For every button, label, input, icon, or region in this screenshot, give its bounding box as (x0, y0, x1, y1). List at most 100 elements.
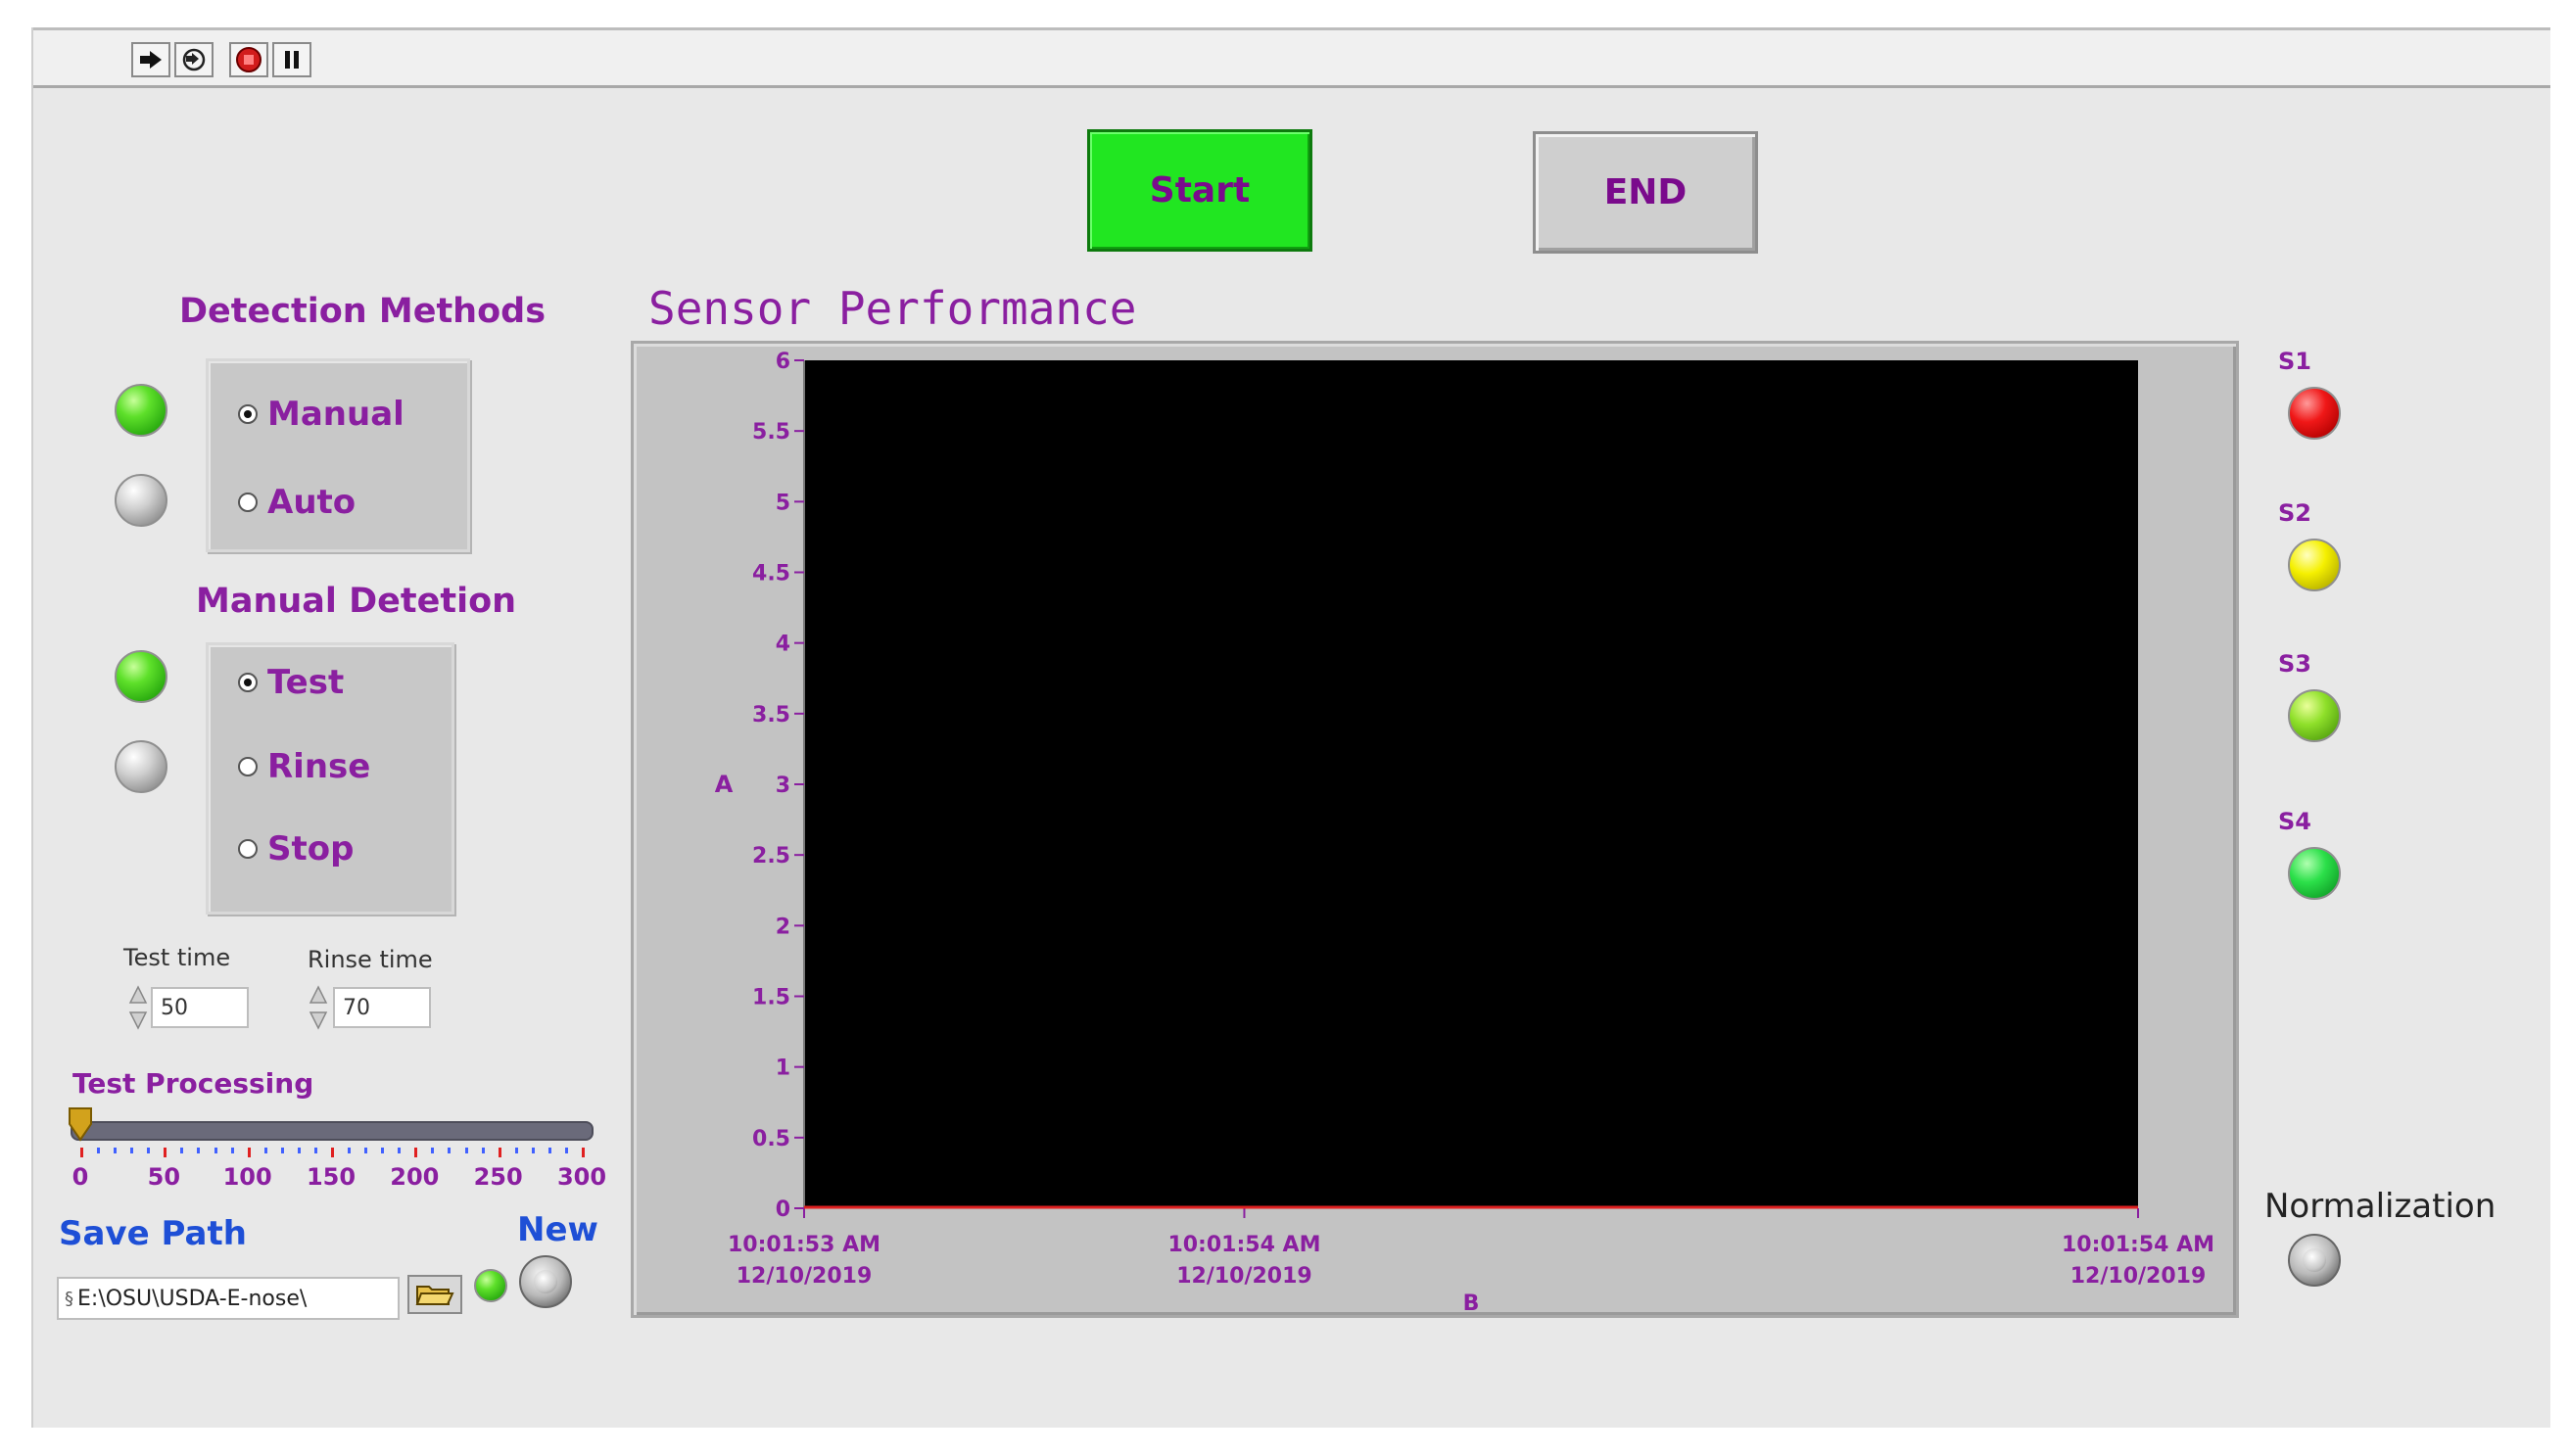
radio-auto-label: Auto (267, 483, 357, 522)
rinse-time-spinner-icon[interactable] (308, 983, 329, 1032)
rinse-time-input[interactable]: 70 (333, 987, 431, 1028)
rinse-time-label: Rinse time (308, 946, 433, 973)
slider-tick (348, 1148, 352, 1153)
radio-manual-dot[interactable] (238, 404, 258, 424)
chart-title: Sensor Performance (648, 282, 1137, 335)
radio-manual[interactable]: Manual (238, 395, 404, 434)
slider-tick-label: 150 (306, 1163, 357, 1191)
radio-rinse-dot[interactable] (238, 757, 258, 776)
slider-tick (331, 1148, 334, 1157)
x-tick-label-date: 12/10/2019 (737, 1264, 873, 1289)
slider-tick (297, 1148, 301, 1153)
normalization-toggle[interactable] (2288, 1234, 2341, 1287)
test-processing-slider-track[interactable] (71, 1121, 594, 1141)
slider-tick (197, 1148, 201, 1153)
run-continuously-icon[interactable] (174, 42, 214, 77)
folder-open-icon (415, 1286, 454, 1305)
slider-tick (531, 1148, 535, 1153)
x-tick-label-time: 10:01:54 AM (2062, 1233, 2214, 1257)
sensor-led-s1 (2288, 387, 2341, 440)
new-label: New (517, 1210, 598, 1249)
y-tick-label: 0 (776, 1198, 790, 1222)
slider-tick-label: 0 (71, 1163, 89, 1191)
sensor-label-s4: S4 (2278, 808, 2311, 835)
start-button[interactable]: Start (1087, 129, 1312, 252)
sensor-label-s3: S3 (2278, 650, 2311, 678)
slider-tick (114, 1148, 118, 1153)
slider-tick (313, 1148, 317, 1153)
radio-test-dot[interactable] (238, 673, 258, 692)
slider-tick (414, 1148, 418, 1157)
abort-stop-icon[interactable] (229, 42, 268, 77)
sensor-label-s2: S2 (2278, 499, 2311, 527)
new-file-indicator-led (474, 1269, 507, 1302)
end-button[interactable]: END (1533, 131, 1758, 254)
x-tick-label-time: 10:01:53 AM (728, 1233, 880, 1257)
slider-tick-label: 300 (556, 1163, 607, 1191)
y-tick-label: 2 (776, 915, 790, 939)
pause-icon[interactable] (272, 42, 311, 77)
radio-stop-label: Stop (267, 829, 355, 869)
x-tick-label-date: 12/10/2019 (2070, 1264, 2207, 1289)
slider-tick (431, 1148, 435, 1153)
y-tick-label: 0.5 (752, 1127, 790, 1151)
slider-tick (164, 1148, 167, 1157)
slider-tick-label: 100 (222, 1163, 272, 1191)
radio-rinse[interactable]: Rinse (238, 747, 370, 786)
slider-tick (448, 1148, 452, 1153)
x-tick-label-time: 10:01:54 AM (1167, 1233, 1320, 1257)
radio-auto[interactable]: Auto (238, 483, 356, 522)
sensor-led-s2 (2288, 539, 2341, 591)
radio-auto-dot[interactable] (238, 493, 258, 512)
slider-tick (214, 1148, 217, 1153)
manual-detection-title: Manual Detetion (196, 582, 517, 621)
slider-tick (364, 1148, 368, 1153)
normalization-label: Normalization (2264, 1187, 2497, 1226)
radio-test[interactable]: Test (238, 663, 344, 702)
slider-tick (130, 1148, 134, 1153)
y-tick-label: 1.5 (752, 986, 790, 1010)
manual-detection-radio-group: Test Rinse Stop (206, 642, 454, 915)
save-path-label: Save Path (59, 1214, 247, 1253)
slider-tick (547, 1148, 551, 1153)
test-time-spinner-icon[interactable] (127, 983, 149, 1032)
radio-stop[interactable]: Stop (238, 829, 354, 869)
detection-methods-radio-group: Manual Auto (206, 358, 470, 552)
sensor-label-s1: S1 (2278, 348, 2311, 375)
radio-stop-dot[interactable] (238, 839, 258, 859)
slider-tick (80, 1148, 83, 1157)
radio-test-label: Test (267, 663, 345, 702)
radio-rinse-label: Rinse (267, 747, 371, 786)
y-tick-label: 3.5 (752, 703, 790, 728)
slider-tick (582, 1148, 585, 1157)
y-tick-label: 4 (776, 633, 790, 657)
y-tick-label: 4.5 (752, 562, 790, 587)
slider-tick (180, 1148, 184, 1153)
new-file-toggle[interactable] (519, 1255, 572, 1308)
slider-tick (514, 1148, 518, 1153)
slider-tick (398, 1148, 402, 1153)
run-arrow-icon[interactable] (131, 42, 170, 77)
x-axis-label: B (1463, 1292, 1480, 1316)
radio-manual-label: Manual (267, 395, 404, 434)
x-tick-label-date: 12/10/2019 (1176, 1264, 1312, 1289)
browse-folder-button[interactable] (407, 1275, 462, 1314)
y-axis-label: A (715, 771, 734, 798)
slider-tick (381, 1148, 385, 1153)
path-prefix-icon: § (65, 1288, 73, 1309)
test-processing-title: Test Processing (72, 1067, 314, 1100)
slider-tick (564, 1148, 568, 1153)
test-time-input[interactable]: 50 (151, 987, 249, 1028)
rinse-indicator-led (115, 740, 167, 793)
slider-tick (247, 1148, 251, 1157)
y-tick-label: 5.5 (752, 420, 790, 445)
y-tick-label: 6 (776, 350, 790, 374)
slider-tick (280, 1148, 284, 1153)
test-processing-slider-thumb[interactable] (68, 1106, 93, 1142)
slider-tick-label: 50 (147, 1163, 181, 1191)
save-path-value: E:\OSU\USDA-E-nose\ (77, 1286, 308, 1311)
slider-tick-label: 200 (390, 1163, 440, 1191)
slider-tick (263, 1148, 267, 1153)
y-tick-label: 3 (776, 774, 790, 798)
save-path-input[interactable]: § E:\OSU\USDA-E-nose\ (57, 1277, 400, 1320)
